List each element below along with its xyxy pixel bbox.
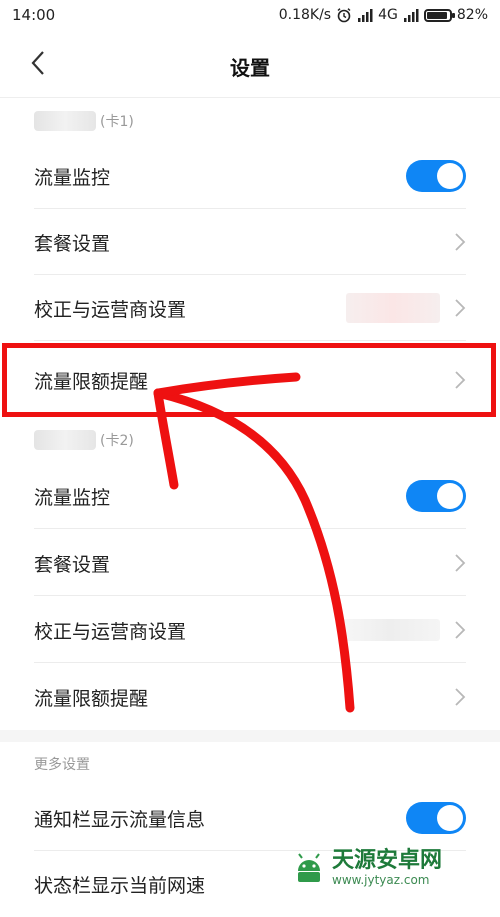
watermark-name: 天源安卓网 (332, 847, 443, 873)
sim1-traffic-monitor-row[interactable]: 流量监控 (0, 143, 500, 209)
toggle-switch[interactable] (406, 480, 466, 512)
chevron-right-icon (455, 554, 466, 572)
status-bar: 14:00 0.18K/s 4G 82% (0, 0, 500, 30)
title-bar: 设置 (0, 30, 500, 98)
toggle-switch[interactable] (406, 802, 466, 834)
sim1-limit-reminder-row[interactable]: 流量限额提醒 (0, 343, 500, 417)
android-logo-icon (298, 852, 320, 882)
carrier-value-blurred (346, 293, 440, 323)
signal-icon (403, 9, 419, 22)
row-label: 套餐设置 (34, 232, 111, 255)
chevron-right-icon (455, 233, 466, 251)
sim2-plan-settings-row[interactable]: 套餐设置 (0, 530, 500, 596)
page-title: 设置 (230, 56, 270, 80)
sim2-limit-reminder-row[interactable]: 流量限额提醒 (0, 664, 500, 730)
more-section-header: 更多设置 (0, 742, 500, 786)
row-label: 校正与运营商设置 (34, 620, 187, 643)
alarm-icon (337, 8, 351, 23)
toggle-switch[interactable] (406, 160, 466, 192)
row-label: 流量限额提醒 (34, 687, 149, 710)
sim1-carrier-settings-row[interactable]: 校正与运营商设置 (0, 275, 500, 341)
sim1-plan-settings-row[interactable]: 套餐设置 (0, 209, 500, 275)
sim2-name-blurred (34, 430, 96, 450)
row-label: 套餐设置 (34, 553, 111, 576)
signal-icon (358, 9, 373, 22)
sim1-section-header: (卡1) (0, 99, 500, 143)
chevron-right-icon (455, 688, 466, 706)
battery-percent: 82% (456, 7, 488, 23)
section-divider (0, 730, 500, 742)
carrier-value-blurred (340, 619, 440, 641)
sim2-traffic-monitor-row[interactable]: 流量监控 (0, 463, 500, 529)
row-label: 流量监控 (34, 486, 111, 509)
chevron-right-icon (455, 299, 466, 317)
status-icons: 0.18K/s 4G 82% (279, 7, 488, 23)
sim2-header-label: (卡2) (100, 433, 134, 449)
chevron-right-icon (455, 621, 466, 639)
sim1-name-blurred (34, 111, 96, 131)
sim2-section-header: (卡2) (0, 418, 500, 462)
battery-icon (423, 8, 455, 22)
row-label: 通知栏显示流量信息 (34, 808, 206, 831)
notification-traffic-info-row[interactable]: 通知栏显示流量信息 (0, 785, 500, 851)
row-label: 校正与运营商设置 (34, 298, 187, 321)
chevron-right-icon (455, 371, 466, 389)
status-time: 14:00 (12, 6, 56, 24)
site-watermark: 天源安卓网 www.jytyaz.com (290, 846, 500, 889)
sim2-carrier-settings-row[interactable]: 校正与运营商设置 (0, 597, 500, 663)
more-header-label: 更多设置 (34, 757, 90, 773)
row-label: 流量限额提醒 (34, 370, 149, 393)
watermark-url: www.jytyaz.com (332, 872, 430, 887)
network-speed: 0.18K/s (278, 7, 332, 23)
row-label: 状态栏显示当前网速 (34, 874, 206, 897)
row-label: 流量监控 (34, 166, 111, 189)
sim1-header-label: (卡1) (100, 114, 134, 130)
network-type: 4G (378, 7, 398, 23)
